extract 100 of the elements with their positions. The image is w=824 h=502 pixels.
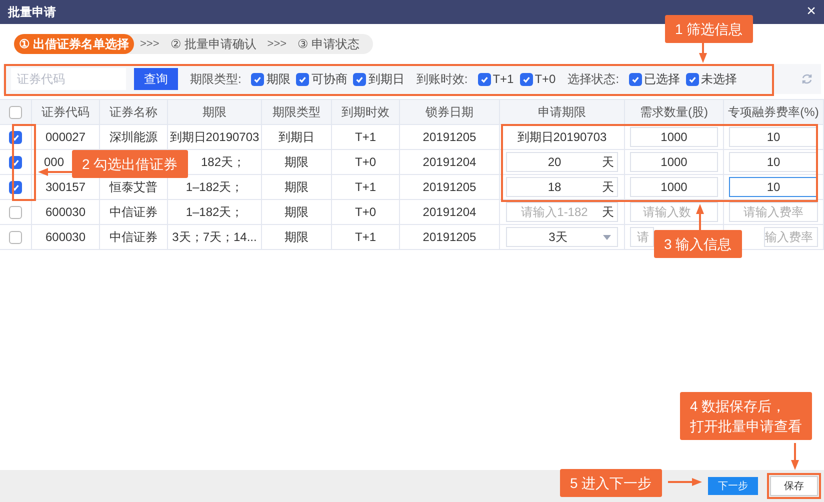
checkbox[interactable] — [9, 106, 22, 118]
check-icon — [522, 74, 531, 84]
filter-label: 期限类型: — [190, 71, 242, 88]
filter-option: T+1 — [492, 70, 514, 88]
unit-label: 天 — [602, 179, 615, 196]
callout-arrow — [38, 168, 72, 176]
filter-option: 已选择 — [644, 70, 680, 88]
checkbox[interactable] — [296, 72, 310, 86]
next-step-button[interactable]: 下一步 — [708, 477, 758, 495]
quantity-input[interactable]: 1000 — [630, 177, 718, 197]
filter-option: 可协商 — [311, 70, 348, 88]
table-cell-text: 20191205 — [422, 179, 476, 196]
column-header: 期限 — [168, 100, 262, 125]
column-header: 到期时效 — [332, 100, 400, 125]
rate-input[interactable]: 10 — [729, 127, 818, 147]
days-input[interactable]: 请输入1-182 — [507, 203, 602, 221]
table-cell-text: T+0 — [354, 154, 376, 171]
checkbox[interactable] — [251, 72, 264, 86]
checkbox[interactable] — [478, 72, 491, 86]
filter-option: 期限 — [266, 70, 290, 88]
rate-input[interactable]: 请输入费率 — [729, 202, 818, 222]
table-cell-text: 到期日20190703 — [170, 129, 260, 146]
table-cell-text: 期限 — [284, 229, 308, 246]
table-cell-text: 20191204 — [422, 154, 476, 171]
table-cell-text: 300157 — [45, 179, 86, 196]
table-cell-text: 中信证券 — [110, 204, 158, 221]
quantity-input[interactable]: 1000 — [630, 152, 718, 172]
callout-label: 1 筛选信息 — [665, 15, 753, 43]
callout-arrow — [699, 43, 707, 63]
table-cell-text: T+1 — [354, 229, 376, 246]
unit-label: 天 — [602, 204, 615, 221]
days-input[interactable]: 18 — [507, 178, 602, 196]
days-input[interactable]: 20 — [507, 153, 602, 171]
table-cell-text: 到期日20190703 — [517, 129, 607, 146]
checkbox[interactable] — [686, 72, 700, 86]
callout-label: 3 输入信息 — [654, 230, 742, 258]
rate-input[interactable]: 输入费率 — [764, 227, 818, 247]
table-cell-text: 3天；7天；14... — [172, 229, 257, 246]
check-icon — [688, 74, 698, 84]
filter-label: 到账时效: — [416, 71, 468, 88]
table-cell-text: 期限 — [284, 179, 308, 196]
table-cell-text: T+0 — [354, 204, 376, 221]
filter-label: 选择状态: — [568, 71, 620, 88]
table-cell-text: T+1 — [354, 129, 376, 146]
callout-label: 5 进入下一步 — [560, 469, 662, 497]
save-button[interactable]: 保存 — [770, 476, 818, 496]
rate-input[interactable]: 10 — [729, 152, 818, 172]
days-field[interactable]: 20 天 — [506, 152, 618, 172]
table-cell-text: 600030 — [45, 204, 86, 221]
column-header: 需求数量(股) — [625, 100, 724, 125]
callout-arrow — [791, 443, 799, 470]
table-cell-text: 20191205 — [422, 129, 476, 146]
rate-input[interactable]: 10 — [729, 177, 818, 197]
column-header: 专项融券费率(%) — [724, 100, 824, 125]
table-cell-text: 期限 — [284, 204, 308, 221]
checkbox[interactable] — [9, 230, 22, 244]
unit-label: 天 — [602, 154, 615, 171]
step-tab[interactable]: ③ 申请状态 — [292, 34, 365, 54]
check-icon — [11, 182, 20, 192]
callout-text: 4 数据保存后， — [690, 397, 787, 416]
table-cell-text: 600030 — [45, 229, 86, 246]
callout-arrow — [668, 478, 702, 486]
check-icon — [631, 74, 640, 84]
table-cell-text: 000027 — [45, 129, 86, 146]
checkbox[interactable] — [520, 72, 533, 86]
callout-label: 2 勾选出借证券 — [72, 150, 188, 178]
window-title: 批量申请 — [8, 4, 56, 21]
table-cell-text: 深圳能源 — [110, 129, 158, 146]
check-icon — [355, 74, 364, 84]
days-field[interactable]: 18 天 — [506, 177, 618, 197]
column-header: 期限类型 — [262, 100, 332, 125]
checkbox[interactable] — [353, 72, 366, 86]
step-tab[interactable]: ② 批量申请确认 — [165, 34, 262, 54]
table-cell-text: 中信证券 — [110, 229, 158, 246]
check-icon — [253, 74, 262, 84]
callout-arrow — [696, 204, 704, 230]
check-icon — [480, 74, 489, 84]
table-cell-text: 恒泰艾普 — [110, 179, 158, 196]
quantity-input[interactable]: 请输入数 — [630, 202, 718, 222]
step-separator: >>> — [266, 36, 288, 52]
step-separator: >>> — [139, 36, 160, 52]
table-cell-text: 1–182天； — [186, 179, 244, 196]
query-button[interactable]: 查询 — [134, 68, 178, 90]
filter-option: T+0 — [534, 70, 556, 88]
checkbox[interactable] — [629, 72, 642, 86]
close-button[interactable]: × — [806, 4, 816, 20]
check-icon — [298, 74, 308, 84]
quantity-input[interactable]: 请 — [630, 227, 654, 247]
period-select[interactable]: 3天 — [506, 227, 618, 247]
filter-option: 未选择 — [701, 70, 738, 88]
table-cell-text: 000 — [44, 154, 64, 171]
days-field[interactable]: 请输入1-182 天 — [506, 202, 618, 222]
caret-icon — [603, 234, 611, 240]
table-cell-text: 20191204 — [422, 204, 476, 221]
check-icon — [11, 158, 20, 166]
table-cell-text: T+1 — [354, 179, 376, 196]
code-search-field[interactable]: 证券代码 — [11, 68, 126, 90]
quantity-input[interactable]: 1000 — [630, 127, 718, 147]
table-cell-text: 20191205 — [422, 229, 476, 246]
checkbox[interactable] — [9, 206, 22, 218]
